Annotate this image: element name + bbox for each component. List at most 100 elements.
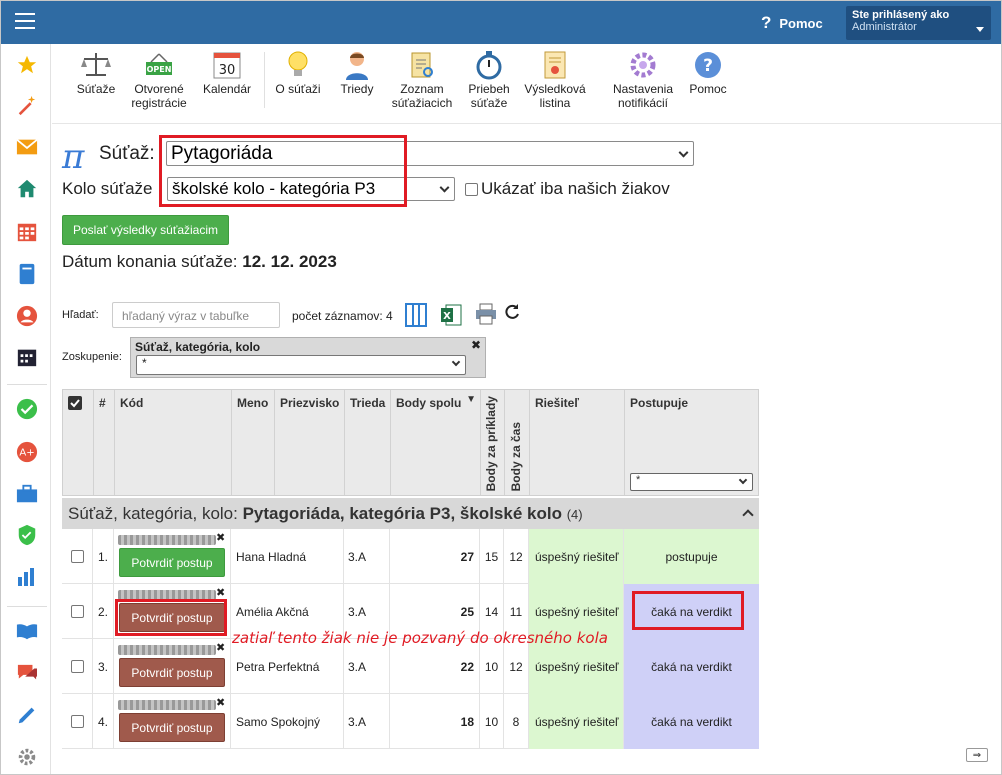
pen-icon[interactable] bbox=[16, 704, 38, 726]
row-code-cell: ✖ Potvrdiť postup bbox=[114, 694, 231, 749]
header-first-name[interactable]: Meno bbox=[232, 390, 275, 495]
grouping-label: Zoskupenie: bbox=[62, 351, 122, 363]
search-input[interactable]: hľadaný výraz v tabuľke bbox=[112, 302, 280, 328]
header-solver[interactable]: Riešiteľ bbox=[530, 390, 625, 495]
book-open-icon[interactable] bbox=[16, 620, 38, 642]
close-icon[interactable]: ✖ bbox=[216, 641, 225, 654]
header-points-time[interactable]: Body za čas bbox=[505, 390, 530, 495]
calendar-day-icon: 30 bbox=[211, 50, 243, 80]
gear-icon[interactable] bbox=[16, 746, 38, 768]
row-class: 3.A bbox=[344, 529, 390, 584]
row-checkbox[interactable] bbox=[70, 715, 84, 728]
row-points-examples: 10 bbox=[480, 694, 504, 749]
help-link[interactable]: ? Pomoc bbox=[761, 13, 823, 33]
cog-icon bbox=[627, 50, 659, 80]
toolbar-open-registrations[interactable]: OPEN Otvorené registrácie bbox=[128, 50, 190, 110]
header-total-points[interactable]: Body spolu ▼ bbox=[391, 390, 481, 495]
header-surname[interactable]: Priezvisko bbox=[275, 390, 345, 495]
row-number: 3. bbox=[93, 639, 114, 694]
row-total-points: 22 bbox=[390, 639, 480, 694]
annotation-note: zatiaľ tento žiak nie je pozvaný do okre… bbox=[232, 629, 608, 647]
magic-wand-icon[interactable] bbox=[16, 94, 38, 116]
row-points-examples: 15 bbox=[480, 529, 504, 584]
row-number: 4. bbox=[93, 694, 114, 749]
toolbar-classes[interactable]: Triedy bbox=[332, 50, 382, 96]
star-icon[interactable] bbox=[16, 54, 38, 76]
row-checkbox[interactable] bbox=[70, 605, 84, 618]
scroll-arrow-icon[interactable]: ⇒ bbox=[966, 748, 988, 762]
row-advance-status[interactable]: čaká na verdikt bbox=[624, 639, 759, 694]
row-checkbox[interactable] bbox=[70, 550, 84, 563]
print-icon[interactable] bbox=[475, 303, 499, 327]
header-num[interactable]: # bbox=[94, 390, 115, 495]
check-circle-icon[interactable] bbox=[16, 398, 38, 420]
send-results-button[interactable]: Poslať výsledky súťažiacim bbox=[62, 215, 229, 245]
menu-hamburger-icon[interactable] bbox=[15, 13, 35, 31]
calendar-icon[interactable] bbox=[16, 346, 38, 368]
confirm-advance-button[interactable]: Potvrdiť postup bbox=[119, 713, 225, 742]
grouping-select[interactable]: * bbox=[136, 355, 466, 375]
confirm-advance-button[interactable]: Potvrdiť postup bbox=[119, 658, 225, 687]
row-solver-status: úspešný riešiteľ bbox=[529, 529, 624, 584]
header-advances[interactable]: Postupuje * bbox=[625, 390, 758, 495]
chevron-up-icon[interactable] bbox=[742, 509, 754, 521]
grouping-box: Súťaž, kategória, kolo ✖ * bbox=[130, 337, 486, 378]
only-ours-checkbox[interactable] bbox=[465, 183, 478, 196]
table-header: # Kód Meno Priezvisko Trieda Body spolu ▼… bbox=[62, 389, 759, 496]
row-name: Hana Hladná bbox=[231, 529, 344, 584]
home-icon[interactable] bbox=[16, 178, 38, 200]
row-advance-status[interactable]: čaká na verdikt bbox=[624, 694, 759, 749]
close-icon[interactable]: ✖ bbox=[216, 696, 225, 709]
close-icon[interactable]: ✖ bbox=[216, 586, 225, 599]
user-dropdown[interactable]: Ste prihlásený ako Administrátor bbox=[846, 6, 991, 40]
table-row: 4. ✖ Potvrdiť postup Samo Spokojný 3.A 1… bbox=[62, 694, 759, 749]
close-icon[interactable]: ✖ bbox=[471, 338, 481, 352]
toolbar-calendar[interactable]: 30 Kalendár bbox=[198, 50, 256, 96]
group-row[interactable]: Súťaž, kategória, kolo: Pytagoriáda, kat… bbox=[62, 498, 759, 529]
advances-filter-select[interactable]: * bbox=[630, 473, 753, 491]
left-sidebar: A+ bbox=[1, 44, 51, 774]
chevron-down-icon bbox=[976, 27, 984, 32]
toolbar-about[interactable]: O súťaži bbox=[270, 50, 326, 96]
row-checkbox-cell bbox=[62, 639, 93, 694]
open-sign-icon: OPEN bbox=[143, 50, 175, 80]
row-checkbox-cell bbox=[62, 584, 93, 639]
shield-check-icon[interactable] bbox=[16, 524, 38, 546]
person-icon bbox=[341, 50, 373, 80]
columns-icon[interactable] bbox=[405, 303, 429, 327]
user-icon[interactable] bbox=[16, 305, 38, 327]
notebook-icon[interactable] bbox=[16, 263, 38, 285]
mail-icon[interactable] bbox=[16, 136, 38, 158]
header-points-examples[interactable]: Body za príklady bbox=[481, 390, 505, 495]
lightbulb-icon bbox=[282, 50, 314, 80]
bar-chart-icon[interactable] bbox=[16, 566, 38, 588]
toolbar-results-list[interactable]: Výsledková listina bbox=[518, 50, 592, 110]
award-icon[interactable]: A+ bbox=[16, 441, 38, 463]
close-icon[interactable]: ✖ bbox=[216, 531, 225, 544]
chat-icon[interactable] bbox=[16, 662, 38, 684]
row-advance-status[interactable]: postupuje bbox=[624, 529, 759, 584]
toolbar-competitions[interactable]: Súťaže bbox=[66, 50, 126, 96]
row-name: Petra Perfektná bbox=[231, 639, 344, 694]
toolbar-help[interactable]: ? Pomoc bbox=[684, 50, 732, 96]
header-class[interactable]: Trieda bbox=[345, 390, 391, 495]
sidebar-divider bbox=[7, 384, 47, 385]
header-code[interactable]: Kód bbox=[115, 390, 232, 495]
refresh-icon[interactable] bbox=[503, 303, 527, 327]
toolbar-contestants-list[interactable]: Zoznam súťažiacich bbox=[388, 50, 456, 110]
confirm-advance-button[interactable]: Potvrdiť postup bbox=[119, 548, 225, 577]
row-code-cell: ✖ Potvrdiť postup bbox=[114, 639, 231, 694]
svg-text:X: X bbox=[443, 311, 451, 322]
excel-icon[interactable]: X bbox=[440, 303, 464, 327]
briefcase-icon[interactable] bbox=[16, 483, 38, 505]
toolbar-notification-settings[interactable]: Nastavenia notifikácií bbox=[608, 50, 678, 110]
toolbar-progress[interactable]: Priebeh súťaže bbox=[460, 50, 518, 110]
svg-text:OPEN: OPEN bbox=[147, 65, 172, 74]
row-checkbox[interactable] bbox=[70, 660, 84, 673]
select-all-checkbox[interactable] bbox=[68, 396, 82, 410]
calendar-grid-icon[interactable] bbox=[16, 221, 38, 243]
row-number: 2. bbox=[93, 584, 114, 639]
row-checkbox-cell bbox=[62, 529, 93, 584]
chevron-down-icon bbox=[451, 357, 461, 367]
certificate-icon bbox=[539, 50, 571, 80]
